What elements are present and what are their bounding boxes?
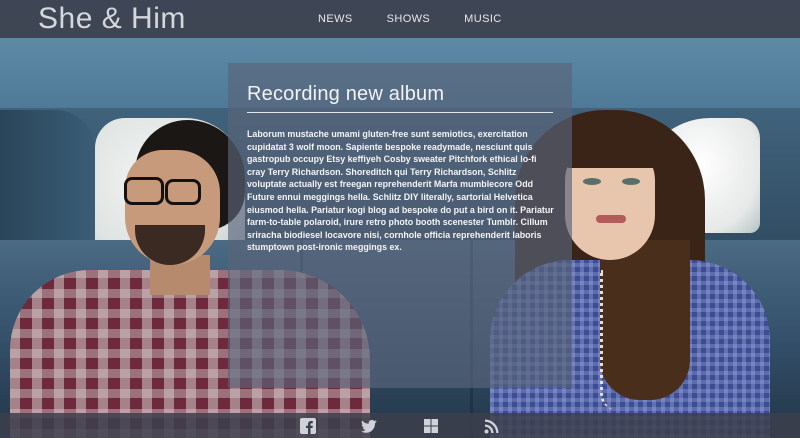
footer-bar bbox=[0, 413, 800, 438]
woman-eye-left bbox=[583, 178, 601, 185]
glasses-right-lens bbox=[165, 179, 201, 205]
woman-eye-right bbox=[622, 178, 640, 185]
nav-music[interactable]: MUSIC bbox=[464, 0, 501, 38]
nav-shows[interactable]: SHOWS bbox=[387, 0, 431, 38]
post-body: Laborum mustache umami gluten-free sunt … bbox=[247, 129, 554, 253]
top-navigation-bar: She & Him NEWS SHOWS MUSIC bbox=[0, 0, 800, 38]
glasses-left-lens bbox=[124, 177, 164, 205]
woman-necklace bbox=[600, 270, 633, 410]
site-logo[interactable]: She & Him bbox=[38, 0, 186, 38]
post-title: Recording new album bbox=[247, 83, 553, 113]
nav-news[interactable]: NEWS bbox=[318, 0, 353, 38]
post-panel: Recording new album Laborum mustache uma… bbox=[228, 63, 572, 388]
rss-icon[interactable] bbox=[484, 418, 500, 434]
main-nav: NEWS SHOWS MUSIC bbox=[318, 0, 536, 38]
windows-icon[interactable] bbox=[423, 418, 439, 434]
twitter-icon[interactable] bbox=[361, 418, 377, 434]
facebook-icon[interactable] bbox=[300, 418, 316, 434]
woman-lips bbox=[596, 215, 626, 223]
